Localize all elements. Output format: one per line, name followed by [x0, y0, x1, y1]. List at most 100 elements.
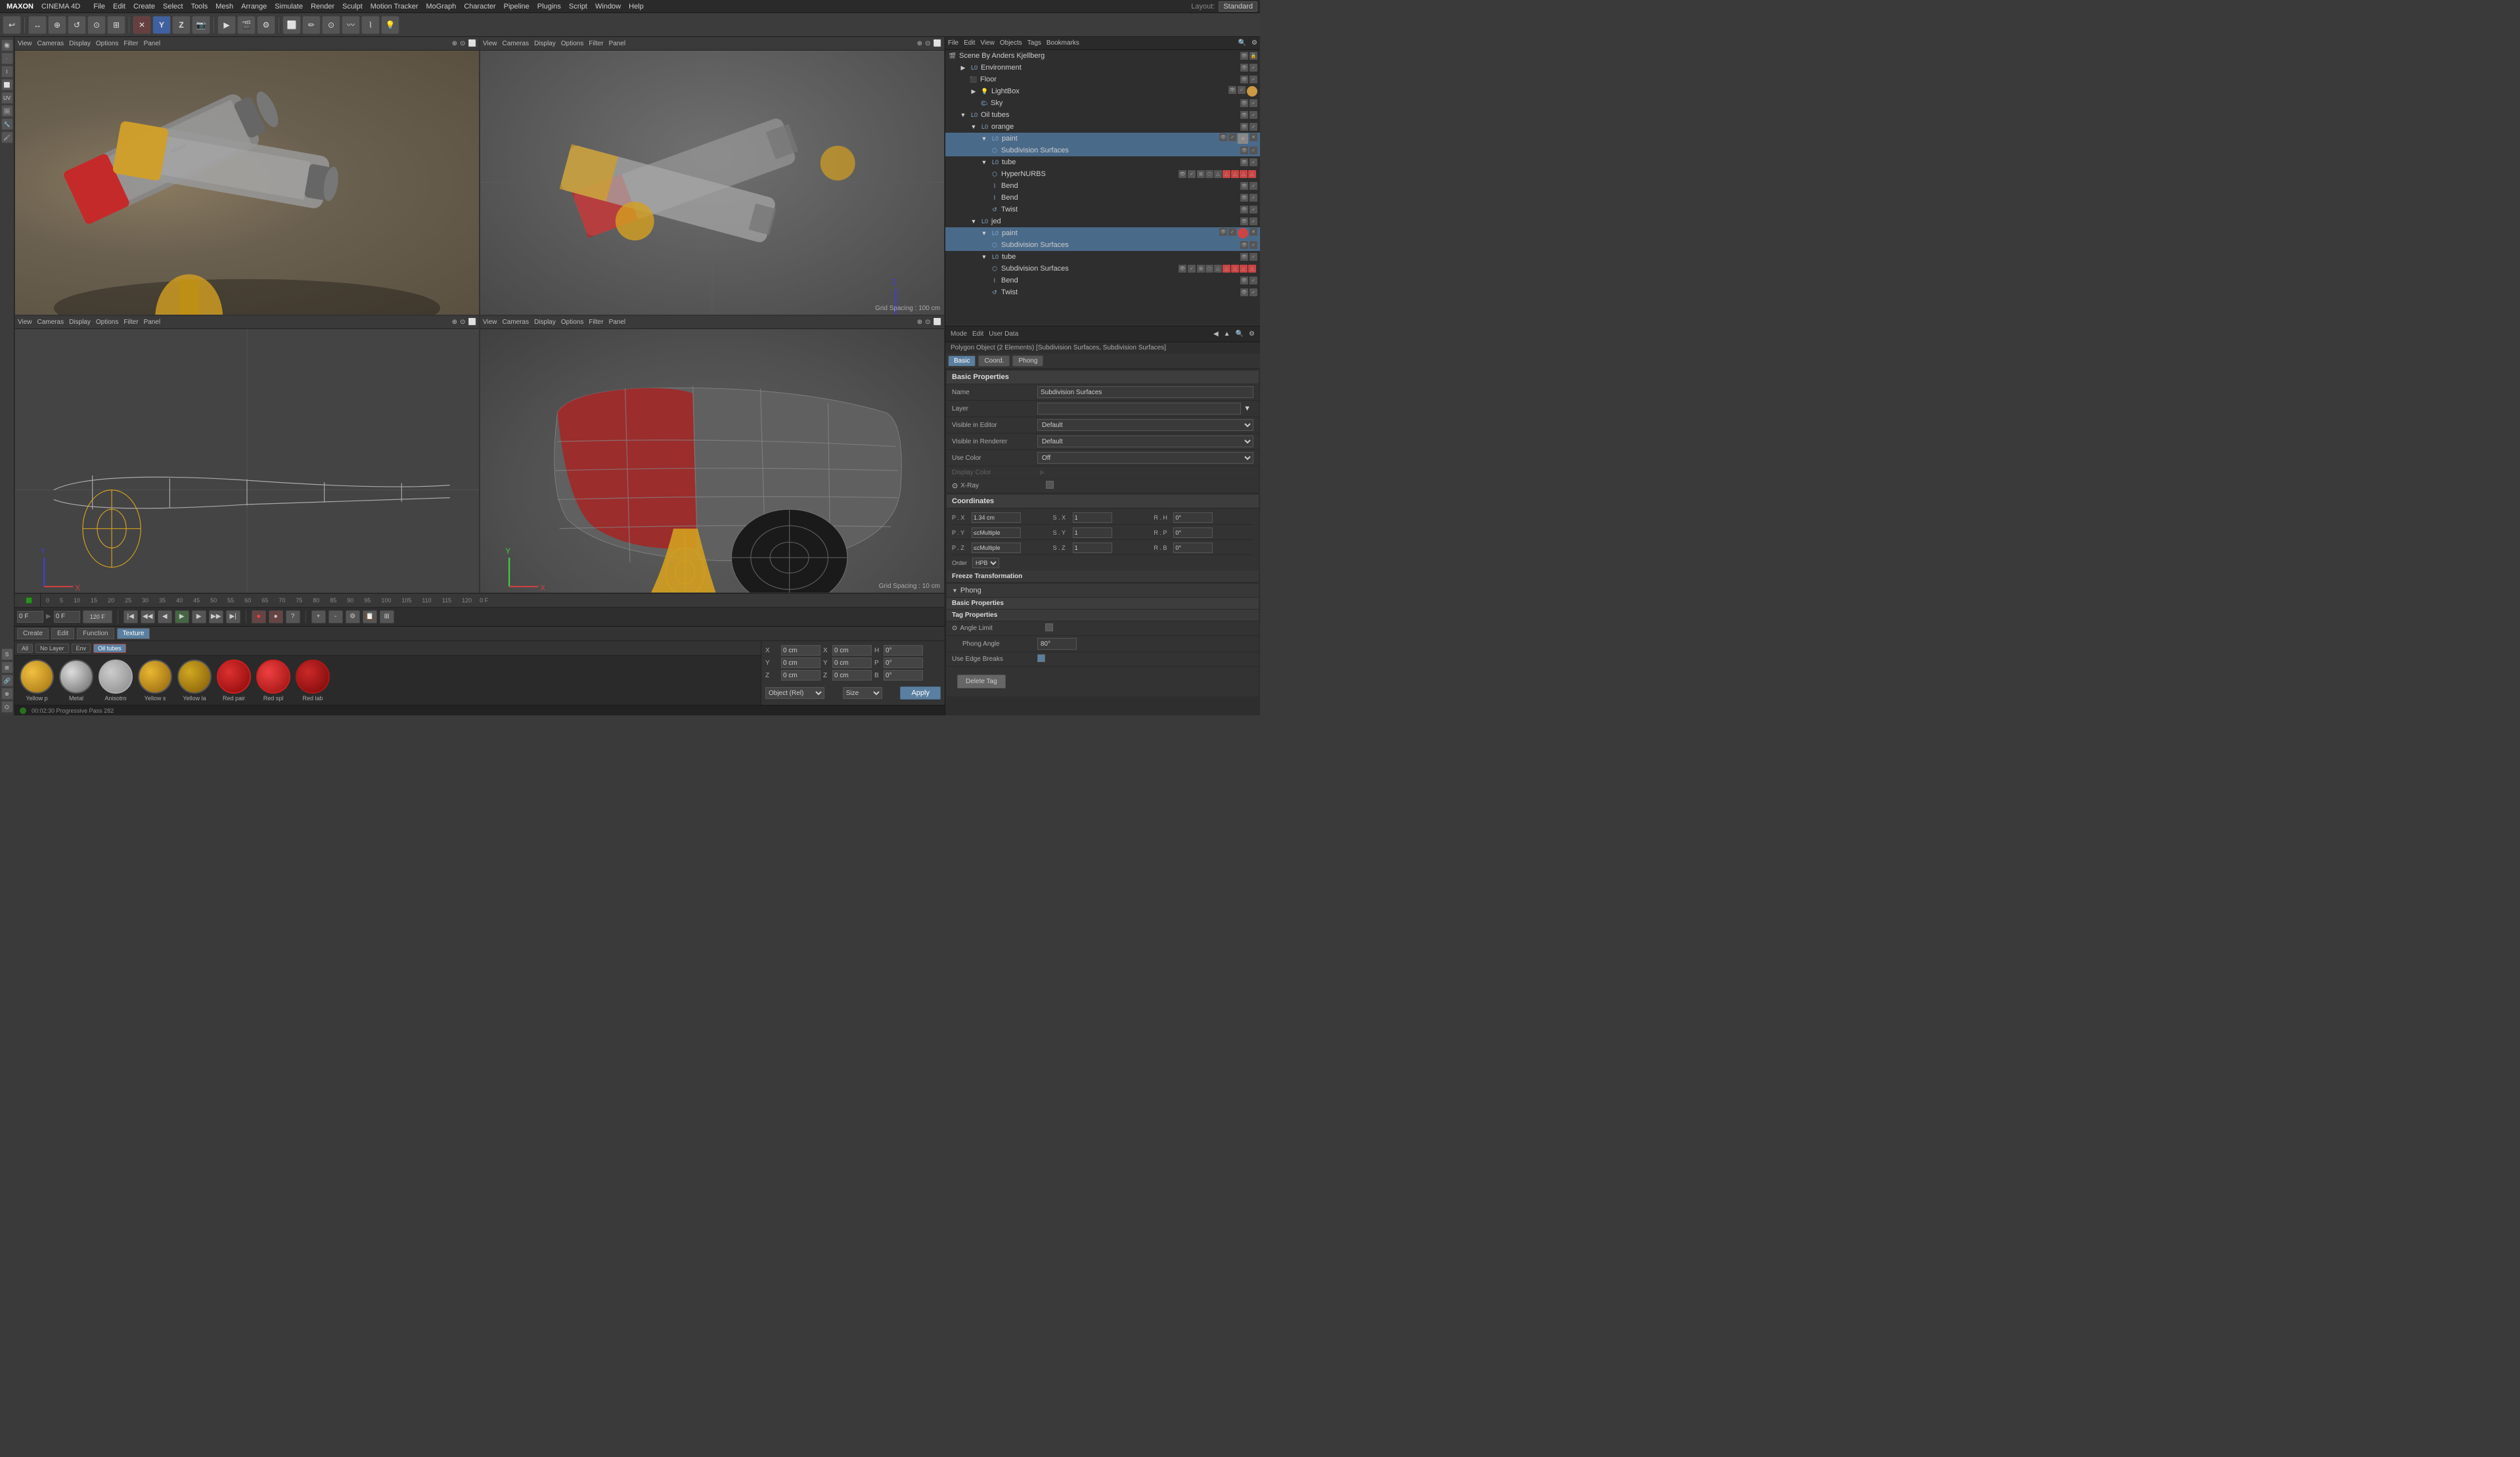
ti-ot-vis[interactable]: 👁	[1240, 111, 1248, 119]
props-settings-icon[interactable]: ⚙	[1249, 330, 1255, 338]
tl-key-opts[interactable]: ⚙	[346, 610, 360, 623]
prop-layer-icon[interactable]: ▼	[1241, 405, 1253, 413]
tl-play[interactable]: ▶	[175, 610, 189, 623]
ti-pj-lock[interactable]: ✓	[1228, 228, 1236, 236]
tree-paint-orange[interactable]: ▼ L0 paint 👁 ✓ ⊕ ✕	[945, 133, 1260, 145]
ti-po-vis[interactable]: 👁	[1219, 133, 1227, 141]
props-search-icon[interactable]: 🔍	[1236, 330, 1244, 338]
ti-sky-vis[interactable]: 👁	[1240, 99, 1248, 107]
coord-sz-input[interactable]	[1073, 543, 1112, 553]
basic-props-header[interactable]: Basic Properties	[947, 370, 1259, 384]
material-metal[interactable]: Metal	[59, 660, 93, 702]
vp-front-view[interactable]: View	[483, 319, 497, 326]
ti-po-lock[interactable]: ✓	[1228, 133, 1236, 141]
ti-or-lock[interactable]: ✓	[1249, 123, 1257, 131]
phong-angle-checkbox[interactable]: ⊙	[952, 625, 957, 632]
tree-paint-jed[interactable]: ▼ L0 paint 👁 ✓ ✕	[945, 227, 1260, 239]
sidebar-mode-btn[interactable]: 🔘	[1, 39, 13, 51]
z-btn[interactable]: Z	[172, 16, 191, 34]
vp-top-display[interactable]: Display	[534, 40, 556, 47]
sidebar-edges-btn[interactable]: ⌇	[1, 66, 13, 78]
right-bookmarks[interactable]: Bookmarks	[1046, 39, 1079, 47]
vp-front-options[interactable]: Options	[561, 319, 583, 326]
menu-tools[interactable]: Tools	[187, 3, 212, 11]
tl-del-key[interactable]: -	[328, 610, 343, 623]
material-red-spl[interactable]: Red spl	[256, 660, 290, 702]
mode-phong[interactable]: Phong	[1012, 355, 1043, 367]
coord-z-input[interactable]	[781, 670, 821, 681]
ti-floor-vis[interactable]: 👁	[1240, 76, 1248, 83]
menu-plugins[interactable]: Plugins	[533, 3, 565, 11]
tab-edit[interactable]: Edit	[51, 628, 74, 639]
coord-rp-input[interactable]	[1173, 527, 1213, 538]
prop-use-color-value[interactable]: Off On Layer	[1037, 452, 1253, 464]
menu-help[interactable]: Help	[625, 3, 648, 11]
tree-scene[interactable]: 🎬 Scene By Anders Kjellberg 👁 🔒	[945, 50, 1260, 62]
phong-angle-checkbox-el[interactable]	[1045, 623, 1053, 631]
sidebar-grid-icon[interactable]: ⊞	[1, 661, 13, 673]
ti-t1-vis[interactable]: 👁	[1240, 206, 1248, 213]
mode-basic[interactable]: Basic	[948, 355, 976, 367]
coord-space-select[interactable]: Object (Rel) World	[765, 687, 824, 699]
phong-edge-breaks-checkbox[interactable]	[1037, 654, 1045, 662]
phong-angle-value[interactable]	[1037, 638, 1253, 650]
right-view[interactable]: View	[980, 39, 995, 47]
vp-persp-icon1[interactable]: ⊕	[452, 40, 457, 47]
vp-top-icon2[interactable]: ⊙	[925, 40, 930, 47]
tree-twist-jed[interactable]: ↺ Twist 👁 ✓	[945, 286, 1260, 298]
material-anisotro[interactable]: Anisotro	[99, 660, 133, 702]
ti-sjt-vis[interactable]: 👁	[1179, 265, 1186, 273]
tree-hypernurbs[interactable]: ⬡ HyperNURBS 👁 ✓ ⊞ ⬡ △ △ △ △ △	[945, 168, 1260, 180]
material-yellow-s[interactable]: Yellow s	[138, 660, 172, 702]
vp-persp-display[interactable]: Display	[69, 40, 91, 47]
circle-btn[interactable]: ⊙	[322, 16, 340, 34]
tl-end-input[interactable]: 120 F	[83, 610, 112, 623]
tree-oiltubes[interactable]: ▼ L0 Oil tubes 👁 ✓	[945, 109, 1260, 121]
sidebar-sculpt-btn[interactable]: 🔧	[1, 118, 13, 130]
prop-xray-checkbox-el[interactable]	[1046, 481, 1054, 489]
props-nav-up[interactable]: ▲	[1224, 330, 1230, 338]
ti-b2-lock[interactable]: ✓	[1249, 194, 1257, 202]
ti-lb-render[interactable]	[1247, 86, 1257, 97]
coords-header[interactable]: Coordinates	[947, 495, 1259, 508]
right-tags[interactable]: Tags	[1027, 39, 1041, 47]
tree-bend-2[interactable]: ⌇ Bend 👁 ✓	[945, 192, 1260, 204]
coord-sx-input[interactable]	[1073, 512, 1112, 523]
prop-use-color-select[interactable]: Off On Layer	[1037, 452, 1253, 464]
phong-header[interactable]: ▼ Phong	[947, 584, 1259, 598]
ti-or-vis[interactable]: 👁	[1240, 123, 1248, 131]
tree-tube-jed[interactable]: ▼ L0 tube 👁 ✓	[945, 251, 1260, 263]
menu-create[interactable]: Create	[129, 3, 159, 11]
sidebar-poly-btn[interactable]: ⬜	[1, 79, 13, 91]
phong-edge-breaks-check[interactable]	[1037, 654, 1253, 664]
ti-pj-vis[interactable]: 👁	[1219, 228, 1227, 236]
vp-top-view[interactable]: View	[483, 40, 497, 47]
menu-window[interactable]: Window	[591, 3, 625, 11]
tl-next-frame[interactable]: ▶▶	[209, 610, 223, 623]
menu-simulate[interactable]: Simulate	[271, 3, 307, 11]
vp-persp-cameras[interactable]: Cameras	[37, 40, 64, 47]
sidebar-texture-btn[interactable]: 🖼	[1, 105, 13, 117]
ti-jed-lock[interactable]: ✓	[1249, 217, 1257, 225]
vp-top-icon1[interactable]: ⊕	[917, 40, 922, 47]
mode-coord[interactable]: Coord.	[978, 355, 1010, 367]
coord-wz-input[interactable]	[832, 670, 872, 681]
viewport-right[interactable]: View Cameras Display Options Filter Pane…	[14, 315, 480, 594]
delete-btn[interactable]: ✕	[133, 16, 151, 34]
tree-jed[interactable]: ▼ L0 jed 👁 ✓	[945, 215, 1260, 227]
tree-bend-jed[interactable]: ⌇ Bend 👁 ✓	[945, 275, 1260, 286]
menu-edit[interactable]: Edit	[109, 3, 129, 11]
props-mode-btn[interactable]: Mode	[951, 330, 967, 338]
light-btn[interactable]: 💡	[381, 16, 399, 34]
props-edit-btn[interactable]: Edit	[972, 330, 983, 338]
vp-right-icon2[interactable]: ⊙	[460, 319, 465, 326]
ti-hn-lock[interactable]: ✓	[1188, 170, 1196, 178]
ti-bj-vis[interactable]: 👁	[1240, 277, 1248, 284]
sidebar-paint-btn[interactable]: 🖌	[1, 131, 13, 143]
vp-front-icon3[interactable]: ⬜	[934, 319, 941, 326]
coord-order-select[interactable]: HPB	[972, 558, 999, 568]
tl-motion-clip[interactable]: 📋	[363, 610, 377, 623]
viewport-top[interactable]: View Cameras Display Options Filter Pane…	[480, 37, 945, 315]
ti-twj-vis[interactable]: 👁	[1240, 288, 1248, 296]
sidebar-magnet-icon[interactable]: ⌬	[1, 701, 13, 713]
